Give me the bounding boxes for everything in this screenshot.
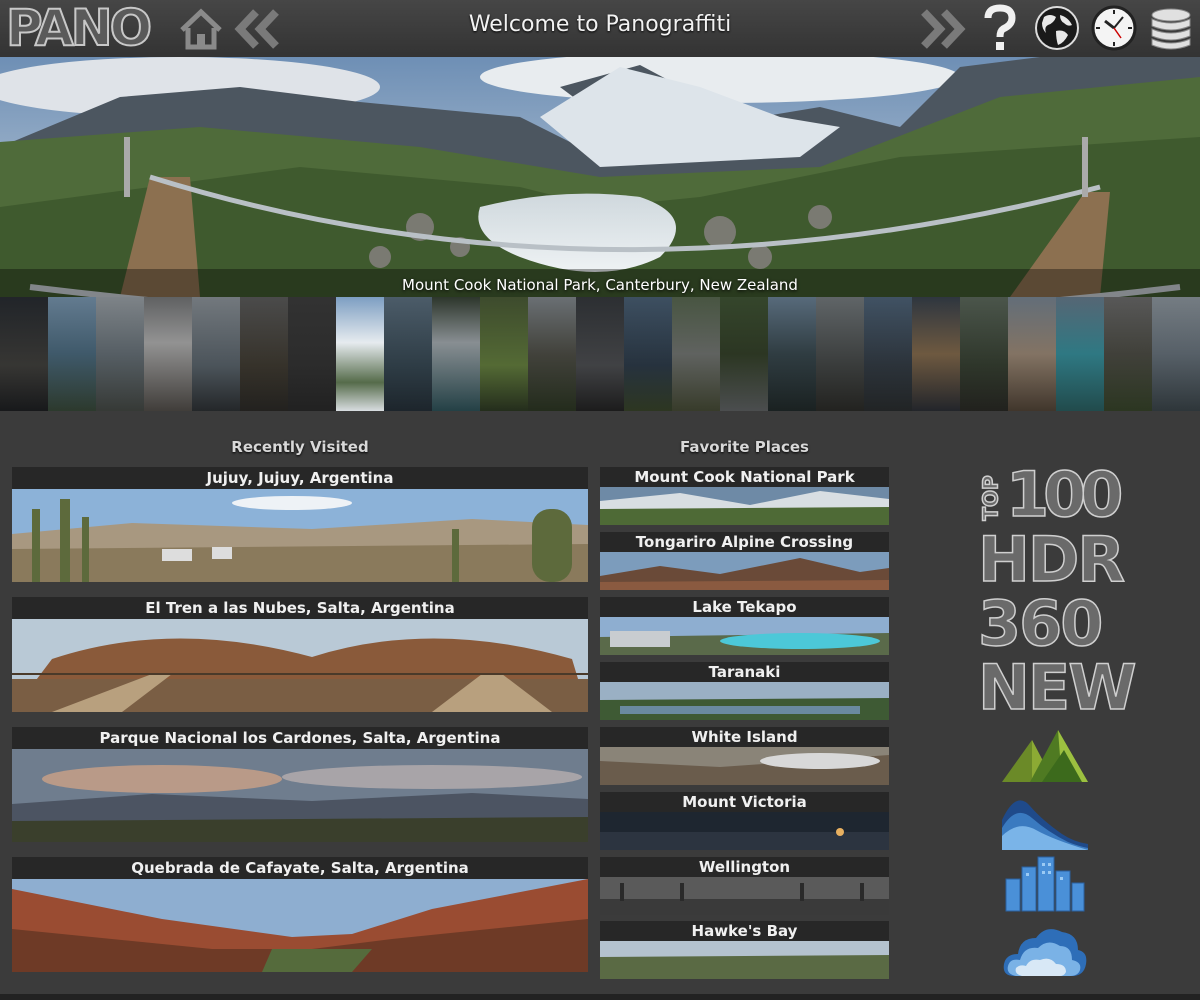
360-button[interactable]: 360 <box>977 591 1113 657</box>
cloud-icon[interactable] <box>1002 920 1088 978</box>
favorite-panorama-image <box>600 682 889 720</box>
favorite-panorama-image <box>600 487 889 525</box>
favorite-item-label: Tongariro Alpine Crossing <box>600 532 889 552</box>
recent-item-label: Parque Nacional los Cardones, Salta, Arg… <box>12 727 588 749</box>
double-chevron-left-icon[interactable] <box>232 8 284 50</box>
featured-panorama-image <box>0 57 1200 297</box>
thumbnail[interactable] <box>1008 297 1056 411</box>
recent-panorama-image <box>12 489 588 582</box>
favorite-panorama-image <box>600 812 889 850</box>
favorite-panorama-image <box>600 617 889 655</box>
thumbnail-selected[interactable] <box>336 297 384 411</box>
thumbnail[interactable] <box>48 297 96 411</box>
favorite-item-label: Taranaki <box>600 662 889 682</box>
thumbnail[interactable] <box>528 297 576 411</box>
favorite-places-heading: Favorite Places <box>680 438 809 456</box>
thumbnail-strip <box>0 297 1200 411</box>
recent-panorama-image <box>12 749 588 842</box>
clock-icon[interactable] <box>1091 5 1137 51</box>
bottom-bar <box>0 994 1200 1000</box>
thumbnail[interactable] <box>864 297 912 411</box>
thumbnail[interactable] <box>480 297 528 411</box>
thumbnail[interactable] <box>192 297 240 411</box>
recent-item-label: El Tren a las Nubes, Salta, Argentina <box>12 597 588 619</box>
thumbnail[interactable] <box>1152 297 1200 411</box>
recent-item[interactable]: Jujuy, Jujuy, Argentina <box>12 467 588 582</box>
hdr-button[interactable]: HDR <box>977 527 1126 593</box>
mountains-icon[interactable] <box>1002 726 1088 784</box>
thumbnail[interactable] <box>0 297 48 411</box>
globe-icon[interactable] <box>1034 5 1080 51</box>
recent-panorama-image <box>12 879 588 972</box>
favorite-item[interactable]: Lake Tekapo <box>600 597 889 655</box>
favorite-item-label: Hawke's Bay <box>600 921 889 941</box>
thumbnail[interactable] <box>1104 297 1152 411</box>
thumbnail[interactable] <box>1056 297 1104 411</box>
page-title: Welcome to Panograffiti <box>468 12 732 37</box>
favorite-panorama-image <box>600 941 889 979</box>
thumbnail[interactable] <box>576 297 624 411</box>
favorite-item[interactable]: Mount Victoria <box>600 792 889 850</box>
featured-panorama[interactable]: Mount Cook National Park, Canterbury, Ne… <box>0 57 1200 297</box>
thumbnail[interactable] <box>240 297 288 411</box>
recently-visited-heading: Recently Visited <box>231 438 369 456</box>
top100-top-text: TOP <box>978 475 1004 522</box>
database-icon[interactable] <box>1148 5 1194 51</box>
thumbnail[interactable] <box>96 297 144 411</box>
favorite-item[interactable]: Hawke's Bay <box>600 921 889 979</box>
top100-button[interactable]: TOP 100 <box>978 457 1124 532</box>
waves-icon[interactable] <box>1002 790 1088 850</box>
favorite-item-label: Mount Victoria <box>600 792 889 812</box>
recent-item[interactable]: Quebrada de Cafayate, Salta, Argentina <box>12 857 588 972</box>
favorite-item-label: Wellington <box>600 857 889 877</box>
favorite-panorama-image <box>600 552 889 590</box>
thumbnail[interactable] <box>672 297 720 411</box>
favorite-item[interactable]: White Island <box>600 727 889 785</box>
thumbnail[interactable] <box>144 297 192 411</box>
question-mark-icon[interactable] <box>980 4 1020 54</box>
thumbnail[interactable] <box>624 297 672 411</box>
recent-item-label: Jujuy, Jujuy, Argentina <box>12 467 588 489</box>
favorite-item[interactable]: Taranaki <box>600 662 889 720</box>
thumbnail[interactable] <box>720 297 768 411</box>
favorite-item[interactable]: Mount Cook National Park <box>600 467 889 525</box>
recent-item[interactable]: El Tren a las Nubes, Salta, Argentina <box>12 597 588 712</box>
recent-item[interactable]: Parque Nacional los Cardones, Salta, Arg… <box>12 727 588 842</box>
double-chevron-right-icon[interactable] <box>916 8 968 50</box>
favorite-item[interactable]: Wellington <box>600 857 889 915</box>
featured-caption: Mount Cook National Park, Canterbury, Ne… <box>402 276 798 294</box>
pano-logo[interactable]: PANO <box>5 1 153 55</box>
top100-number-text: 100 <box>1005 457 1124 532</box>
thumbnail[interactable] <box>432 297 480 411</box>
thumbnail[interactable] <box>768 297 816 411</box>
thumbnail[interactable] <box>288 297 336 411</box>
recent-panorama-image <box>12 619 588 712</box>
city-icon[interactable] <box>1002 855 1088 913</box>
thumbnail[interactable] <box>816 297 864 411</box>
thumbnail[interactable] <box>912 297 960 411</box>
thumbnail[interactable] <box>384 297 432 411</box>
new-button[interactable]: NEW <box>977 655 1137 721</box>
favorite-item-label: White Island <box>600 727 889 747</box>
favorite-panorama-image <box>600 877 889 915</box>
home-icon[interactable] <box>178 8 224 50</box>
favorite-item-label: Lake Tekapo <box>600 597 889 617</box>
top-bar: PANO Welcome to Panograffiti <box>0 0 1200 58</box>
favorite-item[interactable]: Tongariro Alpine Crossing <box>600 532 889 590</box>
favorite-panorama-image <box>600 747 889 785</box>
favorite-item-label: Mount Cook National Park <box>600 467 889 487</box>
thumbnail[interactable] <box>960 297 1008 411</box>
recent-item-label: Quebrada de Cafayate, Salta, Argentina <box>12 857 588 879</box>
